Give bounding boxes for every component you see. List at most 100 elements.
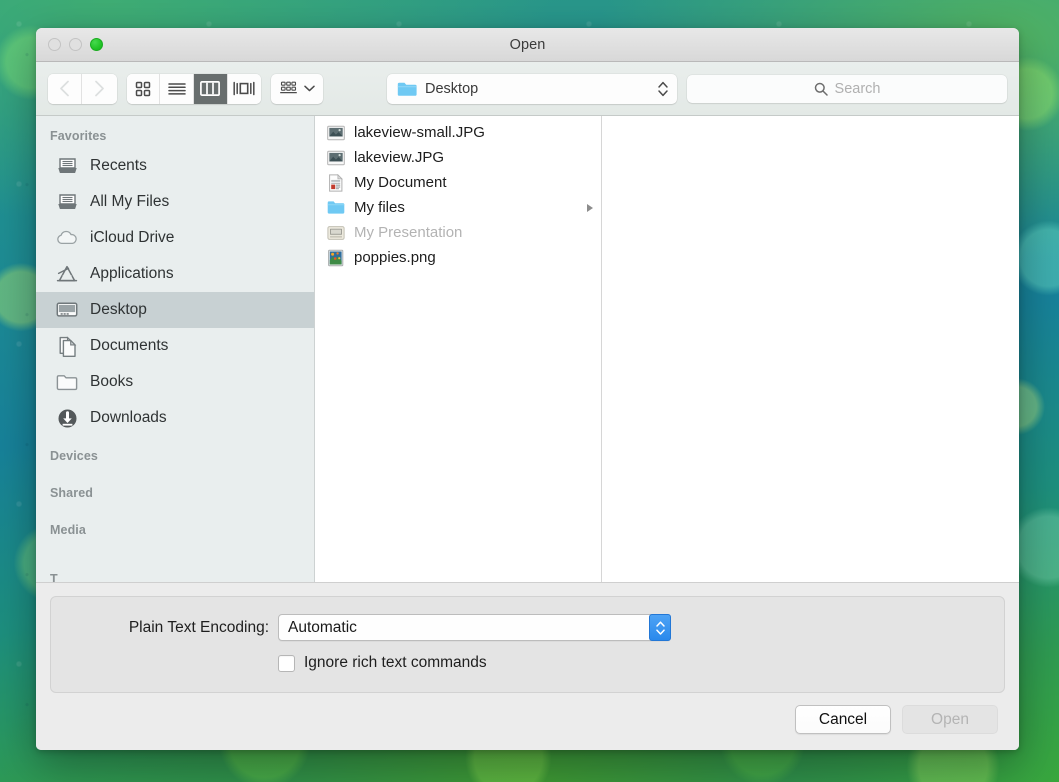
icon-view-button[interactable] — [126, 73, 161, 104]
icloud-icon — [56, 227, 78, 249]
close-button — [48, 38, 61, 51]
search-icon — [814, 82, 828, 96]
downloads-icon — [56, 407, 78, 429]
coverflow-view-icon — [233, 81, 255, 96]
chevron-up-icon — [655, 620, 665, 627]
search-placeholder: Search — [834, 80, 881, 97]
title-bar: Open — [36, 28, 1019, 62]
sidebar-item-label: Downloads — [90, 409, 167, 426]
encoding-row: Plain Text Encoding: Automatic — [51, 614, 1004, 641]
dialog-footer: Cancel Open — [36, 693, 1019, 750]
sidebar-item-label: Documents — [90, 337, 169, 354]
search-field[interactable]: Search — [687, 74, 1008, 103]
file-name: My Document — [354, 174, 447, 191]
documents-icon — [56, 335, 78, 357]
chevron-right-icon — [95, 80, 104, 97]
sidebar-item-label: Books — [90, 373, 134, 390]
zoom-button[interactable] — [90, 38, 103, 51]
folder-icon — [327, 200, 345, 214]
recents-icon — [56, 155, 78, 177]
back-button[interactable] — [48, 73, 83, 104]
document-file-icon — [329, 173, 343, 192]
file-row[interactable]: My files — [315, 195, 601, 220]
poppies-file-icon — [328, 249, 344, 266]
applications-icon — [56, 263, 78, 285]
sidebar-item-label: All My Files — [90, 193, 170, 210]
folder-icon — [397, 82, 417, 96]
encoding-select[interactable]: Automatic — [278, 614, 671, 641]
list-view-icon — [167, 82, 186, 95]
sidebar-item-downloads[interactable]: Downloads — [36, 400, 314, 436]
sidebar-header-shared: Shared — [50, 486, 93, 500]
encoding-label: Plain Text Encoding: — [128, 618, 269, 636]
file-row[interactable]: lakeview-small.JPG — [315, 120, 601, 145]
image-file-icon — [327, 125, 345, 140]
encoding-value: Automatic — [288, 618, 357, 636]
sidebar-item-label: Applications — [90, 265, 174, 282]
file-name: lakeview-small.JPG — [354, 124, 485, 141]
toolbar: Desktop Search — [36, 62, 1019, 116]
sidebar-clipped-section: T — [36, 568, 314, 582]
cancel-button[interactable]: Cancel — [795, 705, 891, 734]
sidebar-item-icloud-drive[interactable]: iCloud Drive — [36, 220, 314, 256]
view-mode-buttons — [126, 73, 261, 104]
preview-column — [602, 116, 1019, 582]
path-popup-button[interactable]: Desktop — [387, 73, 678, 104]
folder-icon — [56, 371, 78, 393]
file-row[interactable]: lakeview.JPG — [315, 145, 601, 170]
column-view-button[interactable] — [193, 73, 228, 104]
sidebar-header-favorites: Favorites — [50, 129, 107, 143]
sidebar-item-desktop[interactable]: Desktop — [36, 292, 314, 328]
desktop-icon — [56, 299, 78, 321]
minimize-button — [69, 38, 82, 51]
ignore-rich-text-row[interactable]: Ignore rich text commands — [51, 654, 1004, 672]
accessory-box: Plain Text Encoding: Automatic Ignore ri… — [50, 596, 1005, 693]
column-view: lakeview-small.JPG lakeview.JPG My Docum… — [315, 116, 1019, 582]
image-file-icon — [327, 150, 345, 165]
ignore-rich-text-checkbox[interactable] — [278, 654, 295, 672]
traffic-lights — [36, 38, 103, 51]
sidebar-item-applications[interactable]: Applications — [36, 256, 314, 292]
arrange-by-button[interactable] — [270, 73, 324, 104]
open-button[interactable]: Open — [902, 705, 998, 734]
sidebar-item-recents[interactable]: Recents — [36, 148, 314, 184]
window-title: Open — [509, 36, 546, 53]
updown-chevron-icon — [658, 81, 668, 96]
file-name: My Presentation — [354, 224, 463, 241]
file-list-column: lakeview-small.JPG lakeview.JPG My Docum… — [315, 116, 602, 582]
sidebar-item-books[interactable]: Books — [36, 364, 314, 400]
file-name: lakeview.JPG — [354, 149, 445, 166]
forward-button[interactable] — [82, 73, 117, 104]
path-popup-label: Desktop — [425, 80, 479, 97]
sidebar-item-all-my-files[interactable]: All My Files — [36, 184, 314, 220]
sidebar-header-devices: Devices — [50, 449, 98, 463]
sidebar-item-documents[interactable]: Documents — [36, 328, 314, 364]
coverflow-view-button[interactable] — [227, 73, 261, 104]
file-name: poppies.png — [354, 249, 436, 266]
file-row[interactable]: My Presentation — [315, 220, 601, 245]
chevron-left-icon — [60, 80, 70, 97]
open-file-dialog: Open Desktop Search Favorites Recents Al… — [36, 28, 1019, 750]
sidebar-item-label: iCloud Drive — [90, 229, 175, 246]
stepper-icon[interactable] — [649, 614, 671, 641]
file-row[interactable]: poppies.png — [315, 245, 601, 270]
file-name: My files — [354, 199, 405, 216]
arrange-icon — [280, 81, 297, 94]
sidebar-item-label: Recents — [90, 157, 147, 174]
arrange-by-content — [271, 74, 323, 104]
icon-view-icon — [135, 81, 151, 96]
column-view-icon — [200, 81, 221, 96]
file-row[interactable]: My Document — [315, 170, 601, 195]
desktop-background: Open Desktop Search Favorites Recents Al… — [0, 0, 1059, 782]
accessory-panel: Plain Text Encoding: Automatic Ignore ri… — [36, 583, 1019, 693]
navigation-buttons — [48, 73, 117, 104]
ignore-rich-text-label: Ignore rich text commands — [304, 654, 487, 671]
list-view-button[interactable] — [160, 73, 194, 104]
disclosure-triangle-icon — [587, 203, 593, 212]
sidebar-header-clipped: T — [50, 572, 58, 582]
sidebar: Favorites Recents All My Files iCloud Dr… — [36, 116, 315, 582]
presentation-file-icon — [327, 225, 345, 240]
sidebar-header-media: Media — [50, 523, 86, 537]
all-my-files-icon — [56, 191, 78, 213]
sidebar-item-label: Desktop — [90, 301, 147, 318]
